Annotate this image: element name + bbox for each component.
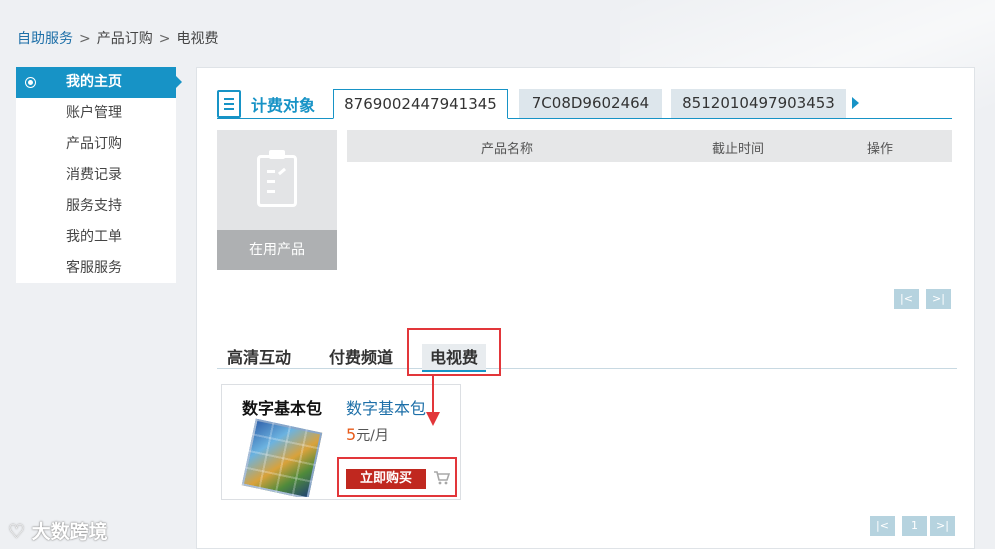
billing-header: 计费对象 [217, 88, 315, 120]
column-header-product-name: 产品名称 [481, 142, 534, 157]
cube-image [241, 418, 323, 497]
sidebar: 我的主页 账户管理 产品订购 消费记录 服务支持 我的工单 客服服务 [16, 67, 182, 284]
billing-title: 计费对象 [251, 96, 316, 115]
sidebar-item-tickets[interactable]: 我的工单 [16, 222, 176, 253]
breadcrumb-product-order[interactable]: 产品订购 [97, 31, 153, 47]
clipboard-icon [257, 150, 297, 207]
products-table-header: 产品名称 截止时间 操作 [347, 130, 952, 162]
sidebar-item-customer-service[interactable]: 客服服务 [16, 253, 176, 284]
tab-paid-channels[interactable]: 付费频道 [329, 344, 393, 368]
pager-first-button[interactable]: |< [894, 289, 919, 309]
highlight-box [337, 457, 457, 497]
column-header-action: 操作 [867, 142, 894, 157]
pager-page-button[interactable]: 1 [902, 516, 927, 536]
main-panel: 计费对象 8769002447941345 7C08D9602464 85120… [196, 67, 975, 549]
account-tab-3[interactable]: 8512010497903453 [671, 89, 846, 118]
sidebar-item-label: 我的工单 [66, 229, 122, 245]
next-arrow-icon[interactable] [852, 97, 859, 109]
breadcrumb: 自助服务 > 产品订购 > 电视费 [17, 28, 218, 48]
product-price: 5元/月 [346, 425, 389, 445]
sidebar-item-my-home[interactable]: 我的主页 [16, 67, 182, 98]
sidebar-item-label: 服务支持 [66, 198, 122, 214]
sidebar-item-consumption[interactable]: 消费记录 [16, 160, 176, 191]
pager-last-button[interactable]: >| [930, 516, 955, 536]
document-icon [217, 90, 241, 118]
sidebar-item-product-order[interactable]: 产品订购 [16, 129, 176, 160]
account-tab-1[interactable]: 8769002447941345 [333, 89, 508, 119]
breadcrumb-separator: > [158, 31, 171, 47]
watermark-text: 大数跨境 [31, 521, 108, 543]
in-use-products-label: 在用产品 [217, 230, 337, 270]
sidebar-item-label: 客服服务 [66, 260, 122, 276]
annotation-arrow-head [426, 412, 440, 426]
pager-last-button[interactable]: >| [926, 289, 951, 309]
sidebar-item-label: 消费记录 [66, 167, 122, 183]
breadcrumb-current: 电视费 [176, 31, 219, 47]
column-header-deadline: 截止时间 [712, 142, 765, 157]
pager-first-button[interactable]: |< [870, 516, 895, 536]
breadcrumb-separator: > [79, 31, 91, 47]
sidebar-item-account[interactable]: 账户管理 [16, 98, 176, 129]
annotation-arrow [432, 374, 434, 414]
sidebar-item-label: 产品订购 [66, 136, 122, 152]
sidebar-item-label: 我的主页 [66, 74, 122, 90]
watermark: ♡ 大数跨境 [8, 517, 108, 544]
divider [217, 118, 952, 119]
watermark-logo-icon: ♡ [8, 521, 26, 543]
tab-hd-interactive[interactable]: 高清互动 [227, 344, 291, 368]
highlight-box [407, 328, 501, 376]
category-tabs: 高清互动 付费频道 电视费 [217, 338, 957, 372]
price-number: 5 [346, 425, 357, 444]
in-use-products-box[interactable]: 在用产品 [217, 130, 337, 270]
account-tab-2[interactable]: 7C08D9602464 [519, 89, 662, 118]
price-unit: 元/月 [356, 428, 389, 444]
sidebar-item-support[interactable]: 服务支持 [16, 191, 176, 222]
product-image-title: 数字基本包 [241, 399, 322, 418]
product-name-link[interactable]: 数字基本包 [346, 395, 426, 419]
radio-dot-icon [25, 77, 36, 88]
product-image[interactable]: 数字基本包 [226, 389, 338, 497]
sidebar-item-label: 账户管理 [66, 105, 122, 121]
breadcrumb-home-link[interactable]: 自助服务 [17, 31, 73, 47]
